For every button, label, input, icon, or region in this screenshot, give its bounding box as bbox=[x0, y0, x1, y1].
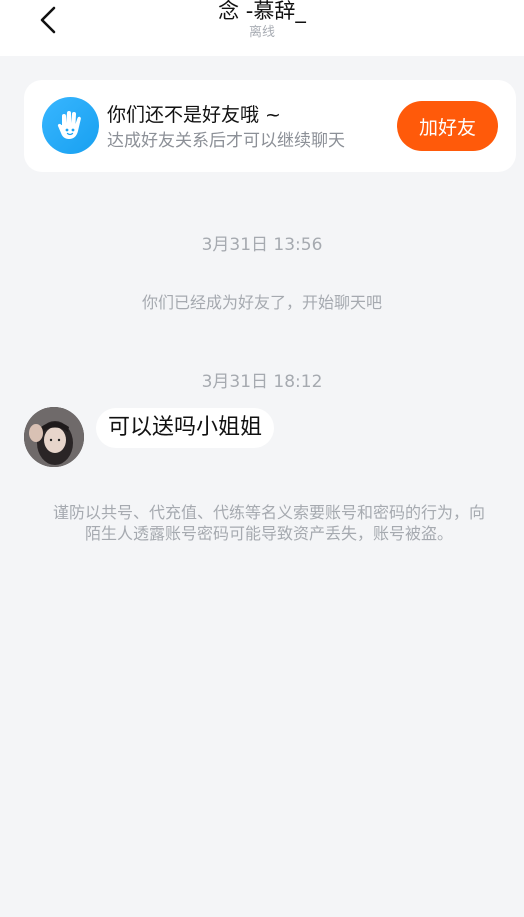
security-warning: 谨防以共号、代充值、代练等名义索要账号和密码的行为，向陌生人透露账号密码可能导致… bbox=[52, 503, 485, 543]
online-status: 离线 bbox=[248, 25, 275, 40]
avatar-photo bbox=[24, 407, 84, 467]
hand-icon-graphic bbox=[57, 110, 81, 139]
message-bubble[interactable]: 可以送吗小姐姐 bbox=[96, 408, 275, 448]
not-friends-subtitle: 达成好友关系后才可以继续聊天 bbox=[107, 131, 345, 151]
system-message: 你们已经成为好友了，开始聊天吧 bbox=[141, 293, 382, 312]
timestamp: 3月31日 18:12 bbox=[201, 372, 323, 392]
add-friend-button[interactable]: 加好友 bbox=[397, 101, 498, 151]
hand-icon bbox=[42, 97, 99, 154]
avatar[interactable] bbox=[24, 407, 84, 467]
header-title-area: 念 -慕辞_ 离线 bbox=[0, 0, 524, 41]
timestamp: 3月31日 13:56 bbox=[201, 235, 323, 255]
page-title: 念 -慕辞_ bbox=[218, 0, 306, 23]
not-friends-title: 你们还不是好友哦 ~ bbox=[107, 104, 281, 126]
chat-header: 念 -慕辞_ 离线 bbox=[0, 0, 524, 56]
not-friends-card: 你们还不是好友哦 ~ 达成好友关系后才可以继续聊天 加好友 bbox=[24, 80, 516, 172]
